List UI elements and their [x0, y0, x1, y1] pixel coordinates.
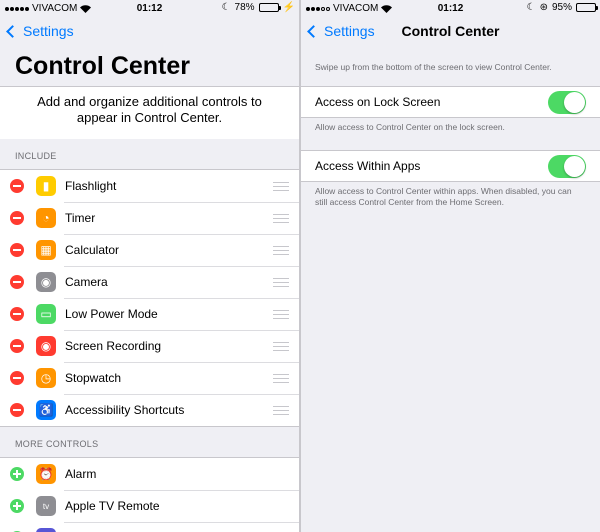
accessibility-icon: ♿: [36, 400, 56, 420]
battery-percent: 95%: [551, 2, 572, 13]
nav-title: Control Center: [401, 23, 500, 39]
status-bar: VIVACOM 01:12 ☾ ⊛ 95%: [301, 0, 600, 16]
remove-control-button[interactable]: [10, 243, 24, 257]
list-item[interactable]: ◉ Camera: [0, 266, 299, 298]
add-control-button[interactable]: [10, 467, 24, 481]
reorder-handle-icon[interactable]: [273, 277, 289, 287]
remove-control-button[interactable]: [10, 307, 24, 321]
timer-icon: ◔: [36, 208, 56, 228]
reorder-handle-icon[interactable]: [273, 213, 289, 223]
lock-screen-footnote: Allow access to Control Center on the lo…: [315, 122, 505, 132]
camera-icon: ◉: [36, 272, 56, 292]
list-item-label: Apple TV Remote: [65, 499, 160, 513]
right-screen: VIVACOM 01:12 ☾ ⊛ 95% Settings Control C…: [301, 0, 600, 532]
reorder-handle-icon[interactable]: [273, 373, 289, 383]
reorder-handle-icon[interactable]: [273, 405, 289, 415]
reorder-handle-icon[interactable]: [273, 309, 289, 319]
list-item[interactable]: ⏰ Alarm: [0, 458, 299, 490]
chevron-left-icon: [6, 24, 19, 38]
intro-text: Swipe up from the bottom of the screen t…: [315, 62, 552, 72]
list-item[interactable]: ◔ Timer: [0, 202, 299, 234]
remove-control-button[interactable]: [10, 371, 24, 385]
battery-percent: 78%: [234, 2, 255, 13]
list-item[interactable]: 🚗Do Not Disturb While Driving: [0, 522, 299, 532]
within-apps-label: Access Within Apps: [315, 159, 421, 173]
battery-icon: [576, 3, 598, 12]
list-item[interactable]: ▭ Low Power Mode: [0, 298, 299, 330]
list-item-label: Calculator: [65, 243, 120, 257]
list-item-label: Accessibility Shortcuts: [65, 403, 185, 417]
list-item-label: Low Power Mode: [65, 307, 158, 321]
add-control-button[interactable]: [10, 499, 24, 513]
list-item[interactable]: tv Apple TV Remote: [0, 490, 299, 522]
alarm-icon: ⏰: [36, 464, 56, 484]
flashlight-icon: ▮: [36, 176, 56, 196]
page-title: Control Center: [15, 52, 190, 80]
record-icon: ◉: [36, 336, 56, 356]
list-item[interactable]: ◉ Screen Recording: [0, 330, 299, 362]
rotation-lock-icon: ⊛: [539, 2, 548, 13]
calculator-icon: ▦: [36, 240, 56, 260]
remove-control-button[interactable]: [10, 211, 24, 225]
lock-screen-toggle[interactable]: [548, 90, 586, 114]
reorder-handle-icon[interactable]: [273, 181, 289, 191]
reorder-handle-icon[interactable]: [273, 245, 289, 255]
within-apps-row: Access Within Apps: [301, 150, 600, 182]
within-apps-footnote: Allow access to Control Center within ap…: [315, 186, 572, 207]
back-label: Settings: [23, 23, 74, 39]
left-screen: VIVACOM 01:12 ☾ 78% ⚡ Settings Control C…: [0, 0, 299, 532]
status-bar: VIVACOM 01:12 ☾ 78% ⚡: [0, 0, 299, 16]
list-item-label: Timer: [65, 211, 96, 225]
nav-bar: Settings: [0, 16, 299, 46]
appletv-icon: tv: [36, 496, 56, 516]
back-button[interactable]: Settings: [6, 23, 74, 39]
list-item-label: Flashlight: [65, 179, 117, 193]
battery-icon: [258, 3, 281, 12]
charging-icon: ⚡: [282, 2, 295, 13]
battery-icon: ▭: [36, 304, 56, 324]
list-item[interactable]: ♿ Accessibility Shortcuts: [0, 394, 299, 426]
lock-screen-label: Access on Lock Screen: [315, 95, 441, 109]
remove-control-button[interactable]: [10, 403, 24, 417]
reorder-handle-icon[interactable]: [273, 341, 289, 351]
moon-icon: ☾: [526, 2, 536, 13]
list-item-label: Camera: [65, 275, 108, 289]
remove-control-button[interactable]: [10, 339, 24, 353]
section-header-more: MORE CONTROLS: [15, 439, 99, 449]
list-item[interactable]: ◷ Stopwatch: [0, 362, 299, 394]
page-description: Add and organize additional controls to …: [0, 87, 299, 139]
list-item[interactable]: ▦ Calculator: [0, 234, 299, 266]
list-item-label: Screen Recording: [65, 339, 162, 353]
nav-bar: Settings Control Center: [301, 16, 600, 46]
remove-control-button[interactable]: [10, 179, 24, 193]
lock-screen-row: Access on Lock Screen: [301, 86, 600, 118]
section-header-include: INCLUDE: [15, 151, 57, 161]
car-icon: 🚗: [36, 528, 56, 532]
more-controls-list: ⏰ Alarm tv Apple TV Remote 🚗Do Not Disturb W…: [0, 457, 299, 532]
within-apps-toggle[interactable]: [548, 154, 586, 178]
list-item-label: Stopwatch: [65, 371, 122, 385]
include-list: ▮ Flashlight ◔ Timer ▦ Calculator ◉ Camera ▭ Low …: [0, 169, 299, 427]
moon-icon: ☾: [221, 2, 231, 13]
remove-control-button[interactable]: [10, 275, 24, 289]
list-item[interactable]: ▮ Flashlight: [0, 170, 299, 202]
list-item-label: Alarm: [65, 467, 97, 481]
stopwatch-icon: ◷: [36, 368, 56, 388]
